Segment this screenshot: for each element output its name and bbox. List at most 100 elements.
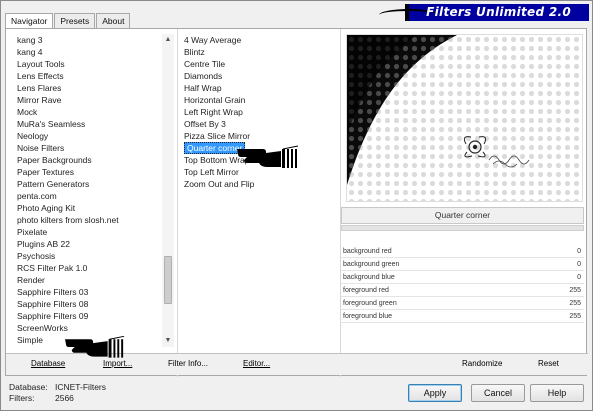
category-item[interactable]: penta.com: [15, 190, 165, 202]
parameter-row[interactable]: foreground red 255: [341, 284, 584, 297]
category-item[interactable]: Mock: [15, 106, 165, 118]
filter-item[interactable]: Diamonds: [182, 70, 335, 82]
database-label: Database:: [9, 382, 48, 392]
filter-item[interactable]: Blintz: [182, 46, 335, 58]
category-item[interactable]: Psychosis: [15, 250, 165, 262]
editor-button-label: Editor...: [243, 359, 271, 368]
category-item[interactable]: Mirror Rave: [15, 94, 165, 106]
preview-graphic: [347, 35, 582, 201]
parameter-name: background blue: [343, 273, 395, 281]
parameter-name: background green: [343, 260, 400, 268]
filter-list[interactable]: 4 Way Average Blintz Centre Tile Diamonds Ha…: [182, 34, 335, 347]
filter-item[interactable]: Pizza Slice Mirror: [182, 130, 335, 142]
category-item[interactable]: Sapphire Filters 03: [15, 286, 165, 298]
app-logo: Filters Unlimited 2.0: [379, 4, 589, 21]
filter-name-display: Quarter corner: [341, 207, 584, 224]
category-item[interactable]: Neology: [15, 130, 165, 142]
category-item[interactable]: MuRa's Seamless: [15, 118, 165, 130]
tab-about[interactable]: About: [96, 13, 131, 28]
tab-bar: Navigator Presets About: [5, 13, 131, 29]
category-item[interactable]: Noise Filters: [15, 142, 165, 154]
parameter-name: foreground red: [343, 286, 389, 294]
category-item[interactable]: Lens Effects: [15, 70, 165, 82]
category-item[interactable]: Plugins AB 22: [15, 238, 165, 250]
database-button[interactable]: Database: [31, 359, 65, 368]
filter-item[interactable]: Zoom Out and Flip: [182, 178, 335, 190]
tab-presets[interactable]: Presets: [54, 13, 96, 28]
category-list[interactable]: kang 3 kang 4 Layout Tools Lens Effects Lens…: [15, 34, 165, 347]
filter-item-label: 4 Way Average: [184, 35, 242, 45]
category-item[interactable]: Paper Textures: [15, 166, 165, 178]
reset-button[interactable]: Reset: [538, 359, 559, 368]
parameter-row[interactable]: foreground blue 255: [341, 310, 584, 323]
filter-item-label: Centre Tile: [184, 59, 226, 69]
category-item[interactable]: Sapphire Filters 09: [15, 310, 165, 322]
filter-item-label: Pizza Slice Mirror: [184, 131, 251, 141]
status-area: Database: ICNET-Filters Filters: 2566: [9, 382, 106, 404]
pointing-hand-icon: [65, 335, 125, 358]
category-item[interactable]: Pattern Generators: [15, 178, 165, 190]
filter-item-label: Horizontal Grain: [184, 95, 246, 105]
filter-item[interactable]: Half Wrap: [182, 82, 335, 94]
parameter-value: 0: [577, 260, 581, 268]
filter-info-button[interactable]: Filter Info...: [168, 359, 208, 368]
editor-button[interactable]: Editor...: [243, 359, 270, 368]
parameter-row[interactable]: background blue 0: [341, 271, 584, 284]
import-button[interactable]: Import...: [103, 359, 132, 368]
parameter-value: 255: [569, 286, 581, 294]
filter-item[interactable]: Offset By 3: [182, 118, 335, 130]
cancel-button[interactable]: Cancel: [471, 384, 525, 402]
filter-item[interactable]: Horizontal Grain: [182, 94, 335, 106]
help-button[interactable]: Help: [530, 384, 584, 402]
parameter-row[interactable]: background green 0: [341, 258, 584, 271]
category-item[interactable]: Pixelate: [15, 226, 165, 238]
category-item[interactable]: Photo Aging Kit: [15, 202, 165, 214]
parameter-row[interactable]: background red 0: [341, 245, 584, 258]
category-item[interactable]: Layout Tools: [15, 58, 165, 70]
filter-item-label: Zoom Out and Flip: [184, 179, 255, 189]
scroll-down-icon[interactable]: ▼: [162, 335, 174, 347]
category-item[interactable]: kang 3: [15, 34, 165, 46]
parameter-name: foreground blue: [343, 312, 393, 320]
category-item[interactable]: kang 4: [15, 46, 165, 58]
filter-item[interactable]: Centre Tile: [182, 58, 335, 70]
category-item[interactable]: photo kilters from slosh.net: [15, 214, 165, 226]
randomize-button-label: Randomize: [462, 359, 503, 368]
parameter-value: 0: [577, 247, 581, 255]
import-button-label: Import...: [103, 359, 133, 368]
filter-item[interactable]: Left Right Wrap: [182, 106, 335, 118]
filter-item-label: Top Left Mirror: [184, 167, 239, 177]
filters-count-label: Filters:: [9, 393, 35, 403]
preview-image: [346, 34, 583, 202]
tab-navigator[interactable]: Navigator: [5, 13, 54, 29]
category-item[interactable]: Lens Flares: [15, 82, 165, 94]
filter-item-label: Blintz: [184, 47, 205, 57]
filter-item-label: Offset By 3: [184, 119, 226, 129]
parameter-name: foreground green: [343, 299, 397, 307]
filter-item-label: Diamonds: [184, 71, 223, 81]
filter-item[interactable]: 4 Way Average: [182, 34, 335, 46]
category-item[interactable]: RCS Filter Pak 1.0: [15, 262, 165, 274]
randomize-button[interactable]: Randomize: [462, 359, 502, 368]
reset-button-label: Reset: [538, 359, 559, 368]
filter-item-label: Half Wrap: [184, 83, 222, 93]
parameter-value: 255: [569, 312, 581, 320]
scroll-thumb[interactable]: [164, 256, 172, 304]
preview-divider: [340, 29, 341, 377]
database-button-label: Database: [31, 359, 66, 368]
parameter-value: 255: [569, 299, 581, 307]
category-item[interactable]: Paper Backgrounds: [15, 154, 165, 166]
apply-button[interactable]: Apply: [408, 384, 462, 402]
filter-slider[interactable]: [341, 225, 584, 231]
pointing-hand-icon: [237, 145, 299, 168]
filter-info-button-label: Filter Info...: [168, 359, 209, 368]
scroll-up-icon[interactable]: ▲: [162, 34, 174, 46]
category-item[interactable]: Sapphire Filters 08: [15, 298, 165, 310]
filter-item-label: Left Right Wrap: [184, 107, 243, 117]
parameter-name: background red: [343, 247, 392, 255]
parameter-list: background red 0 background green 0 backgrou…: [341, 245, 584, 323]
parameter-row[interactable]: foreground green 255: [341, 297, 584, 310]
category-item[interactable]: Render: [15, 274, 165, 286]
category-scrollbar[interactable]: ▲ ▼: [162, 34, 174, 347]
database-value: ICNET-Filters: [55, 382, 106, 392]
